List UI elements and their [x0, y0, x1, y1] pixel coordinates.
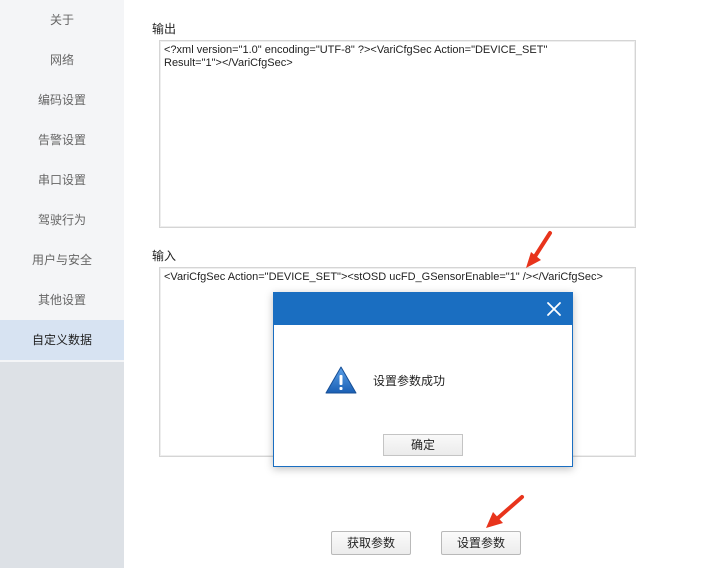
sidebar-item-custom-data[interactable]: 自定义数据	[0, 320, 124, 360]
sidebar-item-user-security[interactable]: 用户与安全	[0, 240, 124, 280]
output-label: 输出	[152, 22, 177, 36]
sidebar-item-driving[interactable]: 驾驶行为	[0, 200, 124, 240]
dialog-message: 设置参数成功	[373, 374, 446, 388]
sidebar-item-network[interactable]: 网络	[0, 40, 124, 80]
sidebar: 关于 网络 编码设置 告警设置 串口设置 驾驶行为 用户与安全 其他设置 自定义…	[0, 0, 124, 568]
sidebar-item-encoding[interactable]: 编码设置	[0, 80, 124, 120]
get-params-button[interactable]: 获取参数	[331, 531, 411, 555]
input-label: 输入	[152, 249, 177, 263]
sidebar-item-alarm[interactable]: 告警设置	[0, 120, 124, 160]
sidebar-item-other[interactable]: 其他设置	[0, 280, 124, 320]
annotation-arrow-icon	[486, 495, 524, 528]
main-panel: 输出 <?xml version="1.0" encoding="UTF-8" …	[124, 0, 718, 568]
set-params-button[interactable]: 设置参数	[441, 531, 521, 555]
dialog-ok-button[interactable]: 确定	[383, 434, 463, 456]
dialog-header	[274, 293, 572, 325]
output-textarea[interactable]: <?xml version="1.0" encoding="UTF-8" ?><…	[159, 40, 636, 228]
success-dialog: 设置参数成功 确定	[273, 292, 573, 467]
sidebar-item-about[interactable]: 关于	[0, 0, 124, 40]
sidebar-item-serial[interactable]: 串口设置	[0, 160, 124, 200]
close-icon[interactable]	[542, 297, 566, 321]
annotation-arrow-icon	[526, 231, 552, 268]
sidebar-nav: 关于 网络 编码设置 告警设置 串口设置 驾驶行为 用户与安全 其他设置 自定义…	[0, 0, 124, 362]
warning-icon	[325, 366, 357, 394]
